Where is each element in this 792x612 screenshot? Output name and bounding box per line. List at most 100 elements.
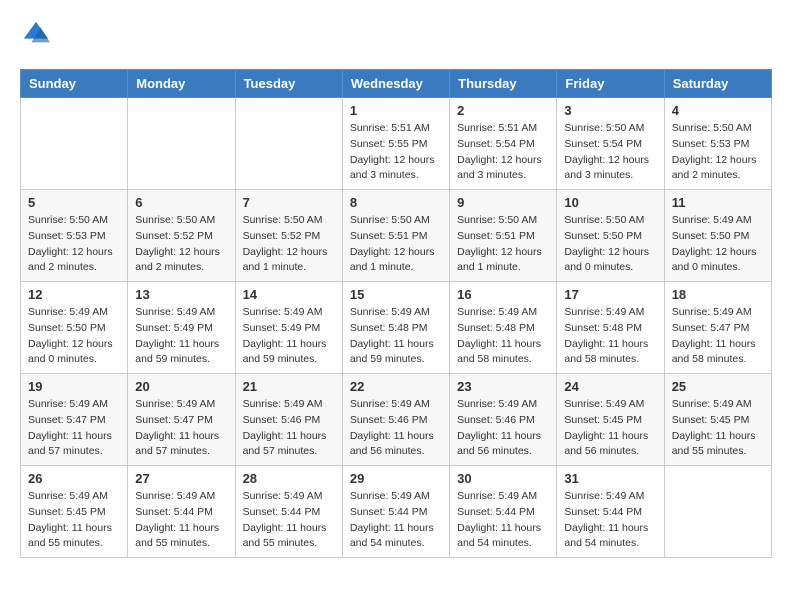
day-info: Sunrise: 5:49 AM Sunset: 5:48 PM Dayligh… [350,305,442,368]
day-info: Sunrise: 5:50 AM Sunset: 5:52 PM Dayligh… [243,213,335,276]
day-number: 11 [672,195,764,210]
empty-cell [235,98,342,190]
day-number: 8 [350,195,442,210]
calendar-day-17: 17 Sunrise: 5:49 AM Sunset: 5:48 PM Dayli… [557,282,664,374]
calendar-day-26: 26 Sunrise: 5:49 AM Sunset: 5:45 PM Dayli… [21,466,128,558]
day-info: Sunrise: 5:49 AM Sunset: 5:44 PM Dayligh… [135,489,227,552]
day-info: Sunrise: 5:49 AM Sunset: 5:44 PM Dayligh… [457,489,549,552]
calendar-day-3: 3Sunrise: 5:50 AM Sunset: 5:54 PM Daylig… [557,98,664,190]
calendar-day-31: 31 Sunrise: 5:49 AM Sunset: 5:44 PM Dayli… [557,466,664,558]
day-number: 10 [564,195,656,210]
empty-cell [128,98,235,190]
calendar-day-23: 23Sunrise: 5:49 AM Sunset: 5:46 PM Dayli… [450,374,557,466]
day-info: Sunrise: 5:49 AM Sunset: 5:46 PM Dayligh… [350,397,442,460]
calendar-day-7: 7 Sunrise: 5:50 AM Sunset: 5:52 PM Daylig… [235,190,342,282]
day-number: 31 [564,471,656,486]
day-number: 3 [564,103,656,118]
day-info: Sunrise: 5:49 AM Sunset: 5:46 PM Dayligh… [457,397,549,460]
day-info: Sunrise: 5:50 AM Sunset: 5:51 PM Dayligh… [457,213,549,276]
day-number: 19 [28,379,120,394]
weekday-header-tuesday: Tuesday [235,70,342,98]
calendar-day-30: 30 Sunrise: 5:49 AM Sunset: 5:44 PM Dayli… [450,466,557,558]
calendar-day-10: 10 Sunrise: 5:50 AM Sunset: 5:50 PM Dayli… [557,190,664,282]
day-info: Sunrise: 5:49 AM Sunset: 5:45 PM Dayligh… [28,489,120,552]
day-number: 27 [135,471,227,486]
day-number: 29 [350,471,442,486]
day-info: Sunrise: 5:49 AM Sunset: 5:49 PM Dayligh… [135,305,227,368]
day-info: Sunrise: 5:50 AM Sunset: 5:53 PM Dayligh… [28,213,120,276]
day-info: Sunrise: 5:50 AM Sunset: 5:53 PM Dayligh… [672,121,764,184]
day-number: 13 [135,287,227,302]
calendar-week-1: 1 Sunrise: 5:51 AM Sunset: 5:55 PM Daylig… [21,98,772,190]
day-info: Sunrise: 5:50 AM Sunset: 5:50 PM Dayligh… [564,213,656,276]
empty-cell [21,98,128,190]
day-info: Sunrise: 5:49 AM Sunset: 5:48 PM Dayligh… [564,305,656,368]
calendar-day-13: 13 Sunrise: 5:49 AM Sunset: 5:49 PM Dayli… [128,282,235,374]
calendar-day-21: 21Sunrise: 5:49 AM Sunset: 5:46 PM Dayli… [235,374,342,466]
day-number: 7 [243,195,335,210]
day-number: 17 [564,287,656,302]
logo [20,20,50,53]
day-info: Sunrise: 5:49 AM Sunset: 5:47 PM Dayligh… [135,397,227,460]
calendar-day-14: 14 Sunrise: 5:49 AM Sunset: 5:49 PM Dayli… [235,282,342,374]
calendar-day-11: 11 Sunrise: 5:49 AM Sunset: 5:50 PM Dayli… [664,190,771,282]
weekday-header-thursday: Thursday [450,70,557,98]
day-number: 22 [350,379,442,394]
day-info: Sunrise: 5:49 AM Sunset: 5:46 PM Dayligh… [243,397,335,460]
day-number: 5 [28,195,120,210]
calendar-day-22: 22 Sunrise: 5:49 AM Sunset: 5:46 PM Dayli… [342,374,449,466]
day-info: Sunrise: 5:49 AM Sunset: 5:49 PM Dayligh… [243,305,335,368]
day-info: Sunrise: 5:49 AM Sunset: 5:44 PM Dayligh… [564,489,656,552]
calendar-day-24: 24 Sunrise: 5:49 AM Sunset: 5:45 PM Dayli… [557,374,664,466]
day-info: Sunrise: 5:49 AM Sunset: 5:47 PM Dayligh… [28,397,120,460]
calendar-day-27: 27 Sunrise: 5:49 AM Sunset: 5:44 PM Dayli… [128,466,235,558]
weekday-header-monday: Monday [128,70,235,98]
day-number: 18 [672,287,764,302]
empty-cell [664,466,771,558]
day-number: 16 [457,287,549,302]
day-number: 4 [672,103,764,118]
day-number: 1 [350,103,442,118]
calendar-week-5: 26 Sunrise: 5:49 AM Sunset: 5:45 PM Dayli… [21,466,772,558]
day-info: Sunrise: 5:51 AM Sunset: 5:54 PM Dayligh… [457,121,549,184]
calendar-day-29: 29 Sunrise: 5:49 AM Sunset: 5:44 PM Dayli… [342,466,449,558]
day-number: 12 [28,287,120,302]
calendar-day-19: 19 Sunrise: 5:49 AM Sunset: 5:47 PM Dayli… [21,374,128,466]
calendar-week-4: 19 Sunrise: 5:49 AM Sunset: 5:47 PM Dayli… [21,374,772,466]
calendar-day-28: 28Sunrise: 5:49 AM Sunset: 5:44 PM Dayli… [235,466,342,558]
day-info: Sunrise: 5:49 AM Sunset: 5:45 PM Dayligh… [672,397,764,460]
day-number: 9 [457,195,549,210]
calendar-day-2: 2 Sunrise: 5:51 AM Sunset: 5:54 PM Daylig… [450,98,557,190]
calendar-day-20: 20Sunrise: 5:49 AM Sunset: 5:47 PM Dayli… [128,374,235,466]
logo-icon [22,20,50,48]
day-number: 26 [28,471,120,486]
calendar-week-3: 12 Sunrise: 5:49 AM Sunset: 5:50 PM Dayli… [21,282,772,374]
weekday-header-friday: Friday [557,70,664,98]
day-info: Sunrise: 5:49 AM Sunset: 5:48 PM Dayligh… [457,305,549,368]
calendar-day-9: 9 Sunrise: 5:50 AM Sunset: 5:51 PM Daylig… [450,190,557,282]
calendar-day-15: 15Sunrise: 5:49 AM Sunset: 5:48 PM Dayli… [342,282,449,374]
day-info: Sunrise: 5:49 AM Sunset: 5:45 PM Dayligh… [564,397,656,460]
day-number: 24 [564,379,656,394]
day-info: Sunrise: 5:50 AM Sunset: 5:52 PM Dayligh… [135,213,227,276]
day-number: 14 [243,287,335,302]
weekday-header-saturday: Saturday [664,70,771,98]
day-info: Sunrise: 5:50 AM Sunset: 5:51 PM Dayligh… [350,213,442,276]
day-number: 25 [672,379,764,394]
calendar-day-12: 12 Sunrise: 5:49 AM Sunset: 5:50 PM Dayli… [21,282,128,374]
day-info: Sunrise: 5:49 AM Sunset: 5:50 PM Dayligh… [28,305,120,368]
day-info: Sunrise: 5:49 AM Sunset: 5:50 PM Dayligh… [672,213,764,276]
day-info: Sunrise: 5:49 AM Sunset: 5:44 PM Dayligh… [350,489,442,552]
day-number: 30 [457,471,549,486]
weekday-header-wednesday: Wednesday [342,70,449,98]
calendar-day-25: 25 Sunrise: 5:49 AM Sunset: 5:45 PM Dayli… [664,374,771,466]
day-info: Sunrise: 5:51 AM Sunset: 5:55 PM Dayligh… [350,121,442,184]
calendar-day-4: 4 Sunrise: 5:50 AM Sunset: 5:53 PM Daylig… [664,98,771,190]
calendar-week-2: 5 Sunrise: 5:50 AM Sunset: 5:53 PM Daylig… [21,190,772,282]
calendar-day-5: 5 Sunrise: 5:50 AM Sunset: 5:53 PM Daylig… [21,190,128,282]
calendar-table: SundayMondayTuesdayWednesdayThursdayFrid… [20,69,772,558]
calendar-day-16: 16 Sunrise: 5:49 AM Sunset: 5:48 PM Dayli… [450,282,557,374]
weekday-header-row: SundayMondayTuesdayWednesdayThursdayFrid… [21,70,772,98]
day-number: 28 [243,471,335,486]
day-number: 2 [457,103,549,118]
